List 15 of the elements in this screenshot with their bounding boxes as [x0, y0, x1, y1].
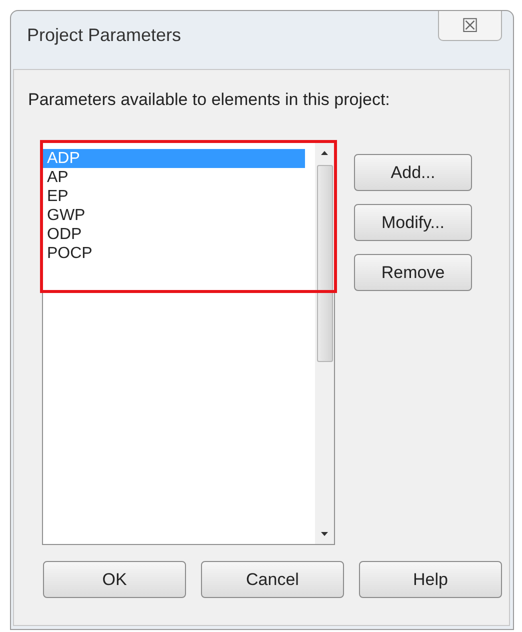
window-title: Project Parameters: [27, 25, 182, 46]
list-item[interactable]: POCP: [43, 244, 305, 263]
list-item[interactable]: ODP: [43, 225, 305, 244]
modify-button[interactable]: Modify...: [354, 204, 472, 241]
ok-button[interactable]: OK: [43, 561, 186, 598]
cancel-button[interactable]: Cancel: [201, 561, 344, 598]
add-button[interactable]: Add...: [354, 154, 472, 191]
list-item[interactable]: AP: [43, 168, 305, 187]
remove-button[interactable]: Remove: [354, 254, 472, 291]
list-item[interactable]: EP: [43, 187, 305, 206]
close-button[interactable]: ☒: [438, 11, 502, 41]
list-label: Parameters available to elements in this project:: [28, 90, 391, 110]
list-item[interactable]: GWP: [43, 206, 305, 225]
help-button[interactable]: Help: [359, 561, 502, 598]
scrollbar[interactable]: [315, 143, 334, 544]
